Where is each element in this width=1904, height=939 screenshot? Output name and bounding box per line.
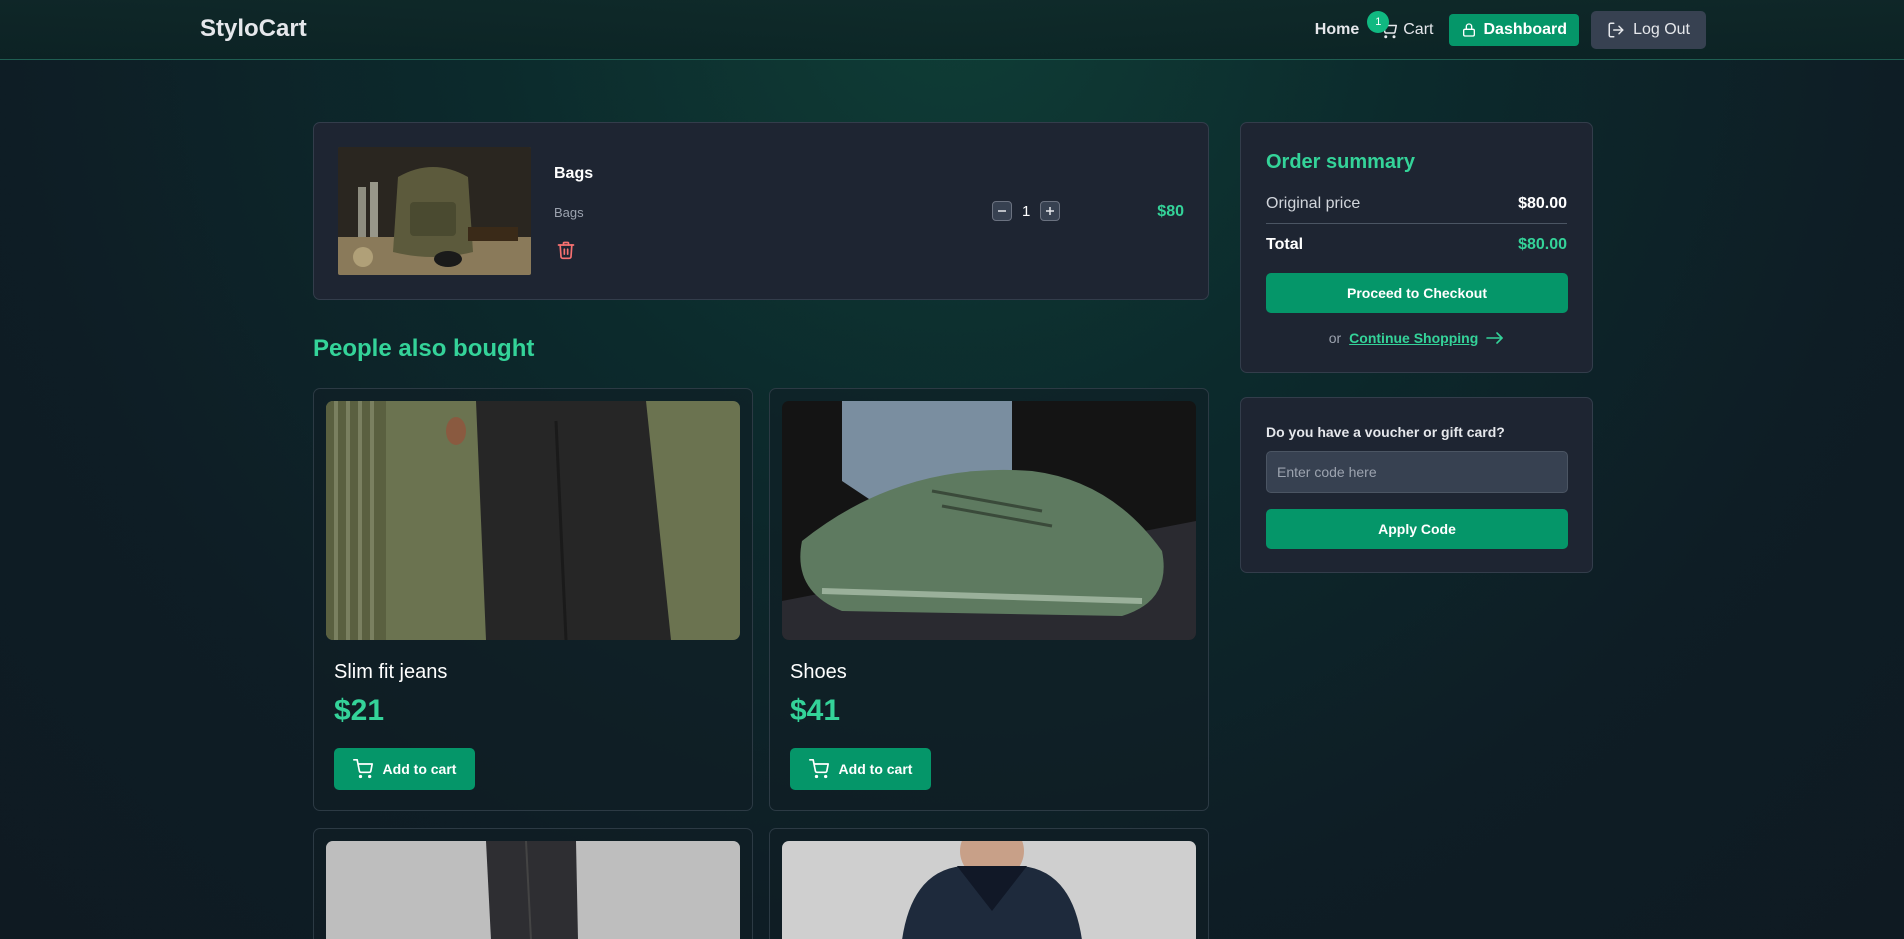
nav-cart-label: Cart (1403, 21, 1434, 38)
product-name[interactable]: Slim fit jeans (334, 661, 447, 684)
logout-button[interactable]: Log Out (1591, 11, 1706, 49)
product-image[interactable] (782, 401, 1196, 640)
cart-item-category: Bags (554, 205, 584, 220)
voucher-card: Do you have a voucher or gift card? Appl… (1240, 397, 1593, 573)
product-card (769, 828, 1209, 939)
cart-item-image (338, 147, 531, 275)
navbar: StyloCart Home 1 Cart Dashboard Log Out (0, 0, 1904, 60)
total-label: Total (1266, 236, 1304, 253)
apply-code-button[interactable]: Apply Code (1266, 509, 1568, 549)
trash-icon (557, 241, 575, 260)
add-to-cart-button[interactable]: Add to cart (790, 748, 931, 790)
logout-label: Log Out (1633, 21, 1690, 38)
product-name[interactable]: Shoes (790, 661, 847, 684)
add-to-cart-label: Add to cart (838, 761, 913, 777)
total-row: Total $80.00 (1266, 236, 1567, 254)
nav-home-link[interactable]: Home (1315, 21, 1359, 39)
arrow-right-icon[interactable] (1486, 332, 1504, 344)
product-image[interactable] (782, 841, 1196, 939)
proceed-to-checkout-button[interactable]: Proceed to Checkout (1266, 273, 1568, 313)
order-summary-title: Order summary (1266, 151, 1415, 173)
brand-logo[interactable]: StyloCart (200, 15, 307, 43)
product-image[interactable] (326, 841, 740, 939)
jacket-photo-icon (782, 841, 1196, 939)
decrease-quantity-button[interactable] (992, 201, 1012, 221)
quantity-stepper: 1 (992, 201, 1061, 221)
dashboard-label: Dashboard (1483, 21, 1568, 38)
continue-shopping-row: or Continue Shopping (1241, 330, 1592, 346)
cart-icon (808, 759, 829, 779)
total-value: $80.00 (1518, 236, 1567, 253)
original-price-label: Original price (1266, 195, 1361, 212)
product-card: Shoes $41 Add to cart (769, 388, 1209, 811)
cart-item-name[interactable]: Bags (554, 165, 593, 183)
voucher-label: Do you have a voucher or gift card? (1266, 424, 1505, 440)
logout-icon (1608, 22, 1624, 38)
add-to-cart-button[interactable]: Add to cart (334, 748, 475, 790)
recommendations-title: People also bought (313, 335, 535, 362)
order-summary-card: Order summary Original price $80.00 Tota… (1240, 122, 1593, 373)
backpack-photo-icon (338, 147, 531, 275)
product-card: Slim fit jeans $21 Add to cart (313, 388, 753, 811)
summary-divider (1266, 223, 1567, 224)
trousers-photo-icon (326, 841, 740, 939)
voucher-code-input[interactable] (1266, 451, 1568, 493)
jeans-photo-icon (326, 401, 740, 640)
plus-icon (1046, 207, 1055, 215)
remove-item-button[interactable] (556, 239, 576, 266)
product-card (313, 828, 753, 939)
shoes-photo-icon (782, 401, 1196, 640)
nav-cart-link[interactable]: 1 Cart (1367, 11, 1437, 39)
increase-quantity-button[interactable] (1040, 201, 1061, 221)
product-image[interactable] (326, 401, 740, 640)
cart-item-price: $80 (1157, 203, 1184, 220)
dashboard-button[interactable]: Dashboard (1449, 14, 1580, 46)
product-price: $21 (334, 694, 385, 727)
nav-links: Home 1 Cart Dashboard Log Out (1315, 11, 1706, 49)
continue-shopping-link[interactable]: Continue Shopping (1349, 330, 1478, 346)
cart-icon (352, 759, 373, 779)
quantity-value: 1 (1022, 202, 1031, 220)
lock-icon (1463, 23, 1476, 37)
product-price: $41 (790, 694, 841, 727)
minus-icon (998, 210, 1006, 212)
original-price-value: $80.00 (1518, 195, 1567, 212)
add-to-cart-label: Add to cart (382, 761, 457, 777)
original-price-row: Original price $80.00 (1266, 195, 1567, 213)
or-text: or (1328, 330, 1342, 346)
cart-item-card: Bags Bags 1 $80 (313, 122, 1209, 300)
